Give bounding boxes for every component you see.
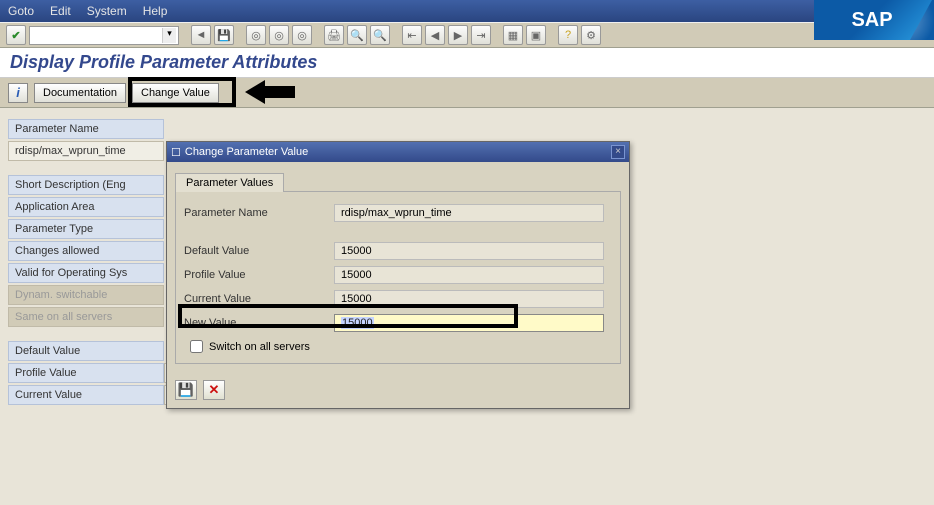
dialog-close-button[interactable]: × bbox=[611, 145, 625, 159]
next-page-button[interactable]: ▶ bbox=[448, 25, 468, 45]
page-title: Display Profile Parameter Attributes bbox=[10, 52, 317, 73]
documentation-button[interactable]: Documentation bbox=[34, 83, 126, 103]
app-area-label: Application Area bbox=[8, 197, 164, 217]
dlg-new-value-input[interactable]: 15000 bbox=[334, 314, 604, 332]
toolbar: ✔ ▾ ◄ 💾 ◎ ◎ ◎ 🖨 🔍 🔍 ⇤ ◀ ▶ ⇥ ▦ ▣ ? ⚙ bbox=[0, 22, 934, 48]
dialog-save-button[interactable]: 💾 bbox=[175, 380, 197, 400]
dlg-current-value: 15000 bbox=[334, 290, 604, 308]
param-name-value: rdisp/max_wprun_time bbox=[8, 141, 164, 161]
menu-system[interactable]: System bbox=[87, 4, 127, 18]
switch-all-servers-label: Switch on all servers bbox=[209, 341, 310, 353]
changes-label: Changes allowed bbox=[8, 241, 164, 261]
annotation-arrow-icon bbox=[240, 78, 300, 106]
switch-all-servers-checkbox[interactable] bbox=[190, 340, 203, 353]
new-session-button[interactable]: ▦ bbox=[503, 25, 523, 45]
dialog-cancel-button[interactable]: ✕ bbox=[203, 380, 225, 400]
cancel-button[interactable]: ◎ bbox=[292, 25, 312, 45]
dyn-switch-label: Dynam. switchable bbox=[8, 285, 164, 305]
layout-button[interactable]: ▣ bbox=[526, 25, 546, 45]
dialog-titlebar: ☐ Change Parameter Value × bbox=[167, 142, 629, 162]
valid-os-label: Valid for Operating Sys bbox=[8, 263, 164, 283]
dlg-default-label: Default Value bbox=[184, 245, 334, 257]
menu-goto[interactable]: Goto bbox=[8, 4, 34, 18]
first-page-button[interactable]: ⇤ bbox=[402, 25, 422, 45]
dlg-profile-value: 15000 bbox=[334, 266, 604, 284]
menu-edit[interactable]: Edit bbox=[50, 4, 71, 18]
dialog-footer: 💾 ✕ bbox=[167, 372, 629, 408]
exit-button[interactable]: ◎ bbox=[269, 25, 289, 45]
menu-help[interactable]: Help bbox=[143, 4, 168, 18]
param-type-label: Parameter Type bbox=[8, 219, 164, 239]
info-button[interactable]: i bbox=[8, 83, 28, 103]
menu-bar: Goto Edit System Help _ □ × bbox=[0, 0, 934, 22]
dialog-title: Change Parameter Value bbox=[185, 146, 308, 158]
command-field[interactable]: ▾ bbox=[29, 26, 179, 45]
dropdown-icon[interactable]: ▾ bbox=[162, 28, 176, 43]
dlg-current-label: Current Value bbox=[184, 293, 334, 305]
dialog-panel: Parameter Namerdisp/max_wprun_time Defau… bbox=[175, 191, 621, 364]
content-area: Parameter Name rdisp/max_wprun_time Shor… bbox=[0, 108, 934, 114]
change-value-button[interactable]: Change Value bbox=[132, 83, 219, 103]
dlg-param-name-label: Parameter Name bbox=[184, 207, 334, 219]
dlg-default-value: 15000 bbox=[334, 242, 604, 260]
print-button[interactable]: 🖨 bbox=[324, 25, 344, 45]
action-bar: i Documentation Change Value bbox=[0, 78, 934, 108]
help-button[interactable]: ? bbox=[558, 25, 578, 45]
change-parameter-dialog: ☐ Change Parameter Value × Parameter Val… bbox=[166, 141, 630, 409]
find-button[interactable]: 🔍 bbox=[347, 25, 367, 45]
last-page-button[interactable]: ⇥ bbox=[471, 25, 491, 45]
dialog-tab[interactable]: Parameter Values bbox=[175, 173, 284, 192]
dlg-new-label: New Value bbox=[184, 317, 334, 329]
prev-page-button[interactable]: ◀ bbox=[425, 25, 445, 45]
save-button[interactable]: 💾 bbox=[214, 25, 234, 45]
find-next-button[interactable]: 🔍 bbox=[370, 25, 390, 45]
enter-button[interactable]: ✔ bbox=[6, 25, 26, 45]
short-desc-label: Short Description (Eng bbox=[8, 175, 164, 195]
param-name-label: Parameter Name bbox=[8, 119, 164, 139]
back-button[interactable]: ◄ bbox=[191, 25, 211, 45]
dlg-profile-label: Profile Value bbox=[184, 269, 334, 281]
same-servers-label: Same on all servers bbox=[8, 307, 164, 327]
title-bar: Display Profile Parameter Attributes bbox=[0, 48, 934, 78]
dialog-icon: ☐ bbox=[171, 146, 181, 159]
default-value-label: Default Value bbox=[8, 341, 164, 361]
profile-value-label: Profile Value bbox=[8, 363, 164, 383]
current-value-label: Current Value bbox=[8, 385, 164, 405]
nav-back-button[interactable]: ◎ bbox=[246, 25, 266, 45]
dlg-param-name-value: rdisp/max_wprun_time bbox=[334, 204, 604, 222]
settings-button[interactable]: ⚙ bbox=[581, 25, 601, 45]
